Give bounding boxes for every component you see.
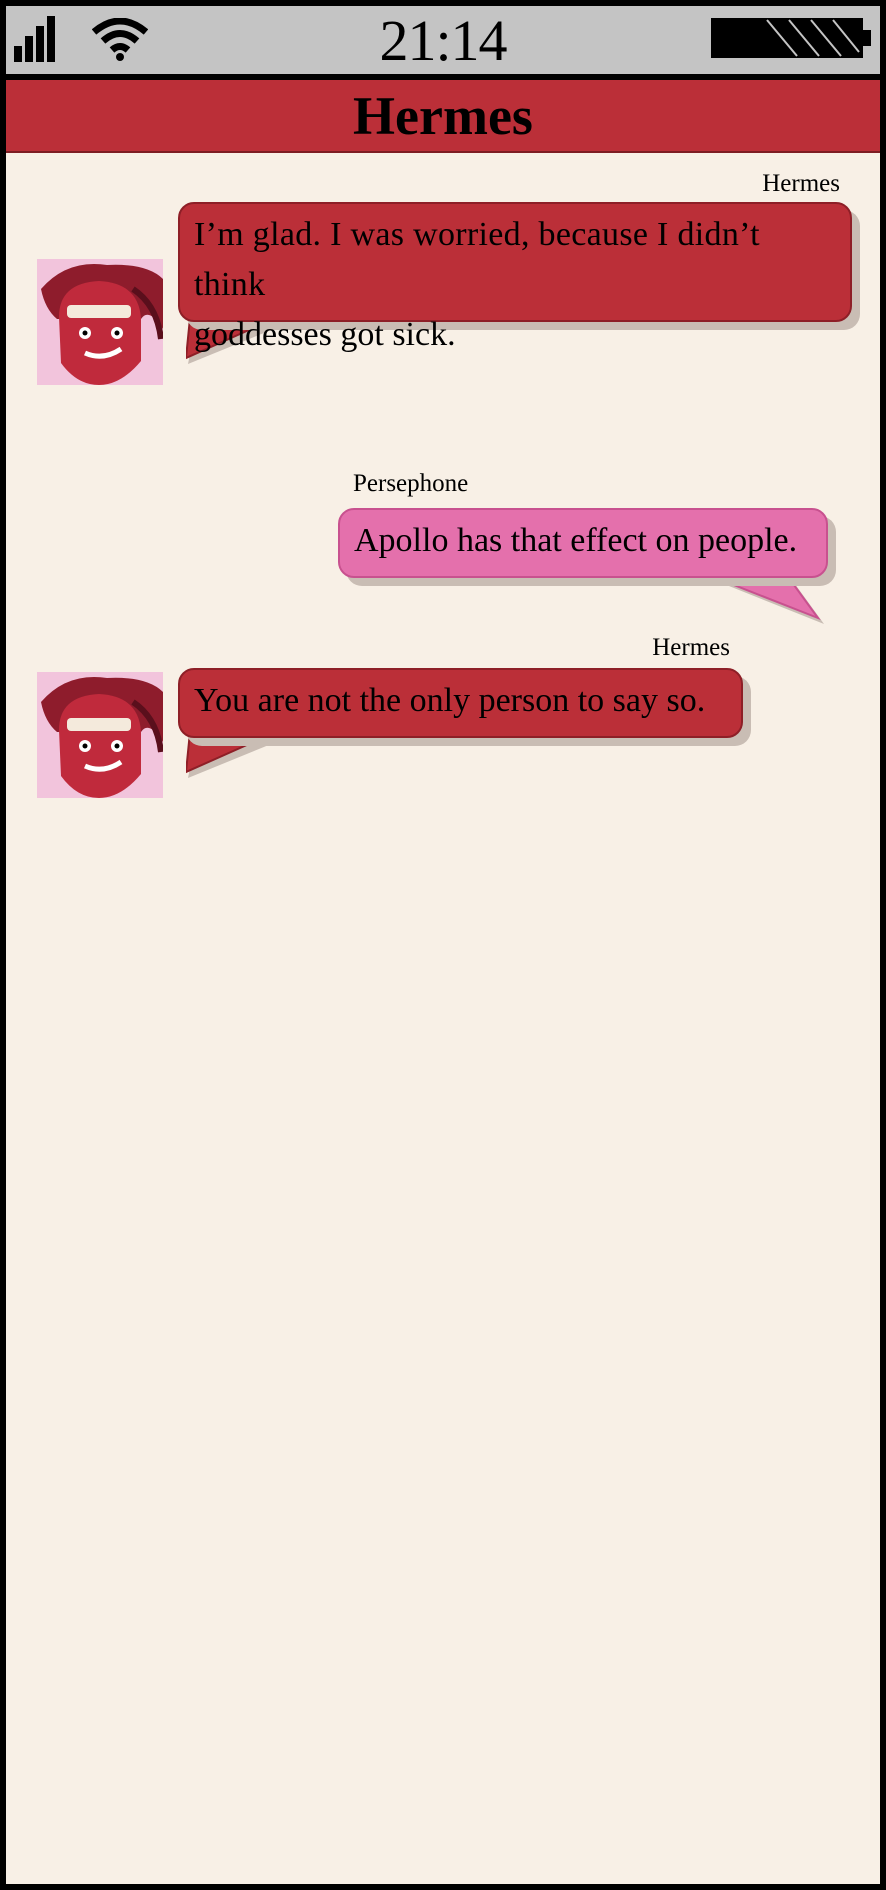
message-line: You are not the only person to say so. [194,682,706,719]
battery-icon [711,18,871,58]
hermes-avatar [37,259,163,385]
chat-header: Hermes [6,80,880,153]
message-line: goddesses got sick. [194,316,456,353]
message-sender: Hermes [762,170,840,197]
message-bubble: Apollo has that effect on people. [338,508,828,578]
bubble-tail [186,732,286,778]
message-line: I’m glad. I was worried, because I didn’… [194,216,760,303]
message-bubble: I’m glad. I was worried, because I didn’… [178,202,852,353]
message-sender: Persephone [353,470,469,497]
phone-screen: 21:14 Hermes Hermes I’m glad. I was worr… [6,6,880,1884]
status-bar: 21:14 [6,6,880,80]
message-line: Apollo has that effect on people. [354,522,798,559]
message-bubble: You are not the only person to say so. [178,668,743,738]
chat-title: Hermes [353,86,533,146]
bubble-tail [706,574,824,624]
message-sender: Hermes [652,634,730,661]
hermes-avatar [37,672,163,798]
